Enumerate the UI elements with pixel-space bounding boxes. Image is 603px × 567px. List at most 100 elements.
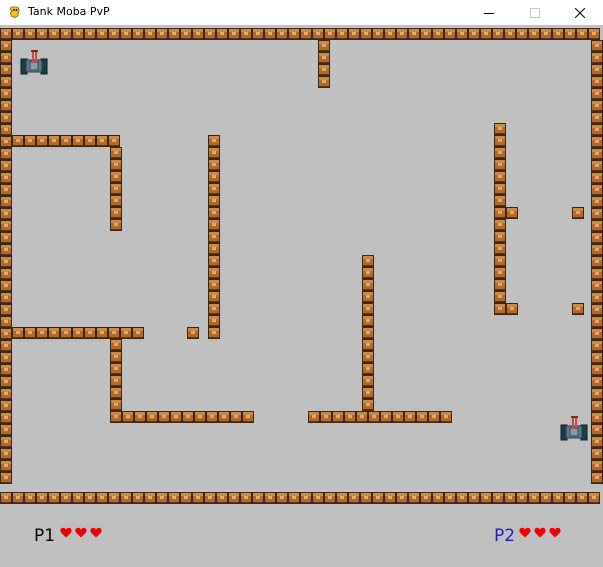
- wall-block: [362, 351, 374, 363]
- wall-block: [396, 492, 408, 504]
- wall-block: [208, 183, 220, 195]
- wall-block: [218, 411, 230, 423]
- heart-icon: [534, 527, 546, 538]
- wall-block: [324, 28, 336, 40]
- wall-block: [564, 492, 576, 504]
- wall-block: [408, 28, 420, 40]
- wall-block: [591, 208, 603, 220]
- wall-block: [24, 28, 36, 40]
- wall-block: [182, 411, 194, 423]
- wall-block: [208, 291, 220, 303]
- wall-block: [72, 327, 84, 339]
- wall-block: [444, 492, 456, 504]
- wall-block: [318, 40, 330, 52]
- wall-block: [12, 28, 24, 40]
- wall-block: [420, 28, 432, 40]
- wall-block: [288, 492, 300, 504]
- wall-block: [0, 364, 12, 376]
- wall-block: [591, 316, 603, 328]
- wall-block: [0, 100, 12, 112]
- wall-block: [0, 64, 12, 76]
- wall-block: [194, 411, 206, 423]
- wall-block: [230, 411, 242, 423]
- wall-block: [318, 76, 330, 88]
- wall-block: [576, 28, 588, 40]
- wall-block: [591, 448, 603, 460]
- wall-block: [356, 411, 368, 423]
- minimize-icon: [484, 12, 494, 14]
- wall-block: [110, 147, 122, 159]
- maximize-button[interactable]: [512, 0, 558, 25]
- wall-block: [228, 28, 240, 40]
- wall-block: [0, 292, 12, 304]
- wall-block: [0, 52, 12, 64]
- wall-block: [591, 460, 603, 472]
- wall-block: [36, 327, 48, 339]
- wall-block: [492, 492, 504, 504]
- wall-block: [0, 256, 12, 268]
- wall-block: [12, 135, 24, 147]
- wall-block: [204, 492, 216, 504]
- wall-block: [208, 135, 220, 147]
- wall-block: [591, 76, 603, 88]
- wall-block: [36, 492, 48, 504]
- wall-block: [120, 28, 132, 40]
- wall-block: [48, 492, 60, 504]
- wall-block: [0, 196, 12, 208]
- wall-block: [108, 28, 120, 40]
- wall-block: [456, 28, 468, 40]
- wall-block: [591, 52, 603, 64]
- wall-block: [362, 387, 374, 399]
- wall-block: [494, 243, 506, 255]
- wall-block: [208, 171, 220, 183]
- wall-block: [0, 316, 12, 328]
- wall-block: [0, 340, 12, 352]
- wall-block: [0, 148, 12, 160]
- wall-block: [432, 28, 444, 40]
- wall-block: [0, 160, 12, 172]
- wall-block: [380, 411, 392, 423]
- close-button[interactable]: [557, 0, 603, 25]
- wall-block: [360, 492, 372, 504]
- wall-block: [494, 195, 506, 207]
- wall-block: [591, 400, 603, 412]
- wall-block: [528, 28, 540, 40]
- wall-block: [428, 411, 440, 423]
- wall-block: [0, 76, 12, 88]
- wall-block: [408, 492, 420, 504]
- wall-block: [110, 411, 122, 423]
- wall-block: [372, 492, 384, 504]
- wall-block: [110, 351, 122, 363]
- wall-block: [0, 436, 12, 448]
- wall-block: [494, 147, 506, 159]
- wall-block: [591, 148, 603, 160]
- wall-block: [36, 135, 48, 147]
- wall-block: [0, 40, 12, 52]
- close-icon: [575, 7, 585, 18]
- wall-block: [252, 28, 264, 40]
- title-bar[interactable]: Tank Moba PvP: [0, 0, 603, 25]
- wall-block: [396, 28, 408, 40]
- wall-block: [208, 195, 220, 207]
- wall-block: [240, 28, 252, 40]
- wall-block: [60, 327, 72, 339]
- wall-block: [84, 492, 96, 504]
- wall-block: [591, 364, 603, 376]
- heart-icon: [519, 527, 531, 538]
- wall-block: [208, 147, 220, 159]
- wall-block: [187, 327, 199, 339]
- wall-block: [24, 135, 36, 147]
- wall-block: [591, 40, 603, 52]
- wall-block: [110, 159, 122, 171]
- wall-block: [494, 135, 506, 147]
- wall-block: [591, 88, 603, 100]
- game-canvas[interactable]: [0, 25, 603, 567]
- wall-block: [132, 28, 144, 40]
- wall-block: [552, 492, 564, 504]
- minimize-button[interactable]: [466, 0, 512, 25]
- wall-block: [494, 255, 506, 267]
- wall-block: [392, 411, 404, 423]
- wall-block: [208, 303, 220, 315]
- wall-block: [0, 232, 12, 244]
- wall-block: [591, 256, 603, 268]
